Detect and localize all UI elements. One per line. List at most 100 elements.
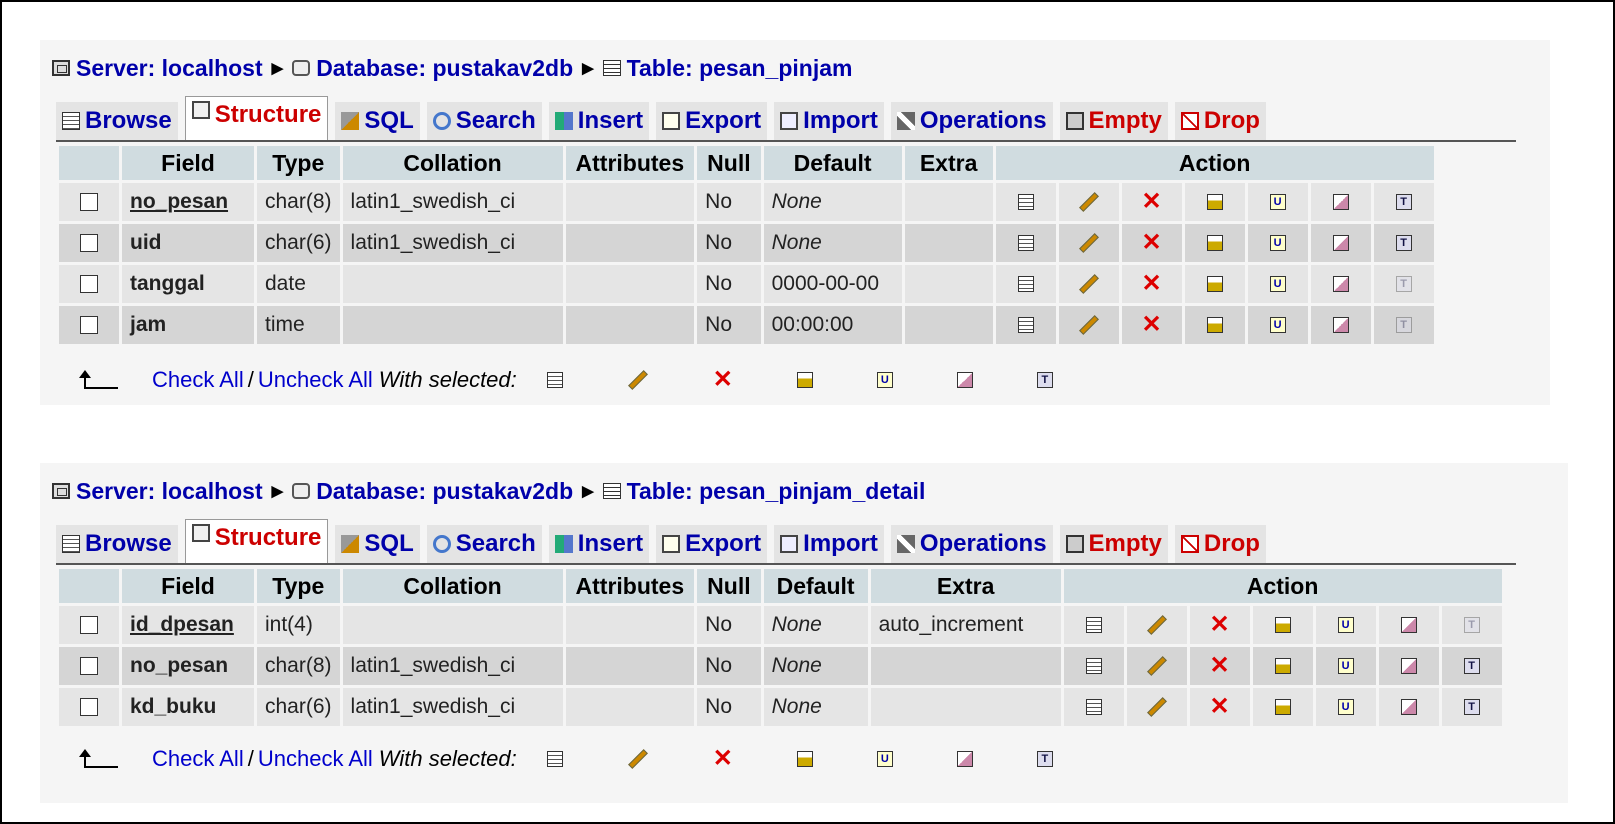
browse-values-icon[interactable]: [1017, 317, 1034, 334]
unique-icon[interactable]: U: [1269, 317, 1286, 334]
bulk-unique-icon[interactable]: U: [876, 372, 893, 388]
browse-values-icon[interactable]: [1085, 658, 1102, 675]
unique-icon[interactable]: U: [1269, 276, 1286, 293]
browse-values-icon[interactable]: [1085, 617, 1102, 634]
row-checkbox[interactable]: [80, 193, 98, 212]
index-icon[interactable]: [1332, 317, 1349, 334]
row-checkbox[interactable]: [80, 616, 98, 635]
fulltext-icon[interactable]: T: [1463, 699, 1480, 716]
browse-values-icon[interactable]: [1017, 235, 1034, 252]
fulltext-icon[interactable]: T: [1395, 276, 1412, 293]
tab-export[interactable]: Export: [656, 525, 768, 563]
fulltext-icon[interactable]: T: [1395, 194, 1412, 211]
tab-import[interactable]: Import: [774, 525, 884, 563]
tab-sql[interactable]: SQL: [335, 102, 420, 140]
index-icon[interactable]: [1332, 235, 1349, 252]
breadcrumb-database-link[interactable]: Database: pustakav2db: [316, 55, 573, 82]
primary-key-icon[interactable]: [1274, 699, 1291, 716]
bulk-drop-icon[interactable]: ✕: [713, 747, 733, 771]
primary-key-icon[interactable]: [1206, 317, 1223, 334]
drop-field-icon[interactable]: ✕: [1210, 613, 1230, 637]
tab-empty[interactable]: Empty: [1059, 525, 1168, 563]
tab-empty[interactable]: Empty: [1059, 102, 1168, 140]
index-icon[interactable]: [1400, 617, 1417, 634]
breadcrumb-server-link[interactable]: Server: localhost: [76, 55, 263, 82]
bulk-browse-icon[interactable]: [546, 372, 563, 388]
drop-field-icon[interactable]: ✕: [1142, 272, 1162, 296]
browse-values-icon[interactable]: [1085, 699, 1102, 716]
tab-drop[interactable]: Drop: [1174, 525, 1266, 563]
index-icon[interactable]: [1400, 658, 1417, 675]
unique-icon[interactable]: U: [1269, 194, 1286, 211]
drop-field-icon[interactable]: ✕: [1142, 190, 1162, 214]
tab-search[interactable]: Search: [426, 525, 542, 563]
tab-insert[interactable]: Insert: [548, 525, 650, 563]
breadcrumb-table-link[interactable]: Table: pesan_pinjam_detail: [627, 478, 926, 505]
bulk-drop-icon[interactable]: ✕: [713, 368, 733, 392]
tab-structure[interactable]: Structure: [184, 96, 329, 140]
uncheck-all-link[interactable]: Uncheck All: [258, 367, 373, 393]
primary-key-icon[interactable]: [1206, 194, 1223, 211]
fulltext-icon[interactable]: T: [1395, 317, 1412, 334]
bulk-fulltext-icon[interactable]: T: [1036, 372, 1053, 388]
unique-icon[interactable]: U: [1337, 658, 1354, 675]
bulk-edit-icon[interactable]: [627, 749, 648, 769]
tab-search[interactable]: Search: [426, 102, 542, 140]
edit-field-icon[interactable]: [1078, 233, 1099, 254]
browse-values-icon[interactable]: [1017, 194, 1034, 211]
tab-sql[interactable]: SQL: [335, 525, 420, 563]
tab-drop[interactable]: Drop: [1174, 102, 1266, 140]
tab-import[interactable]: Import: [774, 102, 884, 140]
bulk-index-icon[interactable]: [956, 751, 973, 767]
primary-key-icon[interactable]: [1206, 276, 1223, 293]
breadcrumb-database-link[interactable]: Database: pustakav2db: [316, 478, 573, 505]
fulltext-icon[interactable]: T: [1463, 617, 1480, 634]
row-checkbox[interactable]: [80, 657, 98, 676]
fulltext-icon[interactable]: T: [1395, 235, 1412, 252]
tab-operations[interactable]: Operations: [890, 525, 1053, 563]
primary-key-icon[interactable]: [1274, 617, 1291, 634]
tab-structure[interactable]: Structure: [184, 519, 329, 563]
edit-field-icon[interactable]: [1146, 697, 1167, 718]
uncheck-all-link[interactable]: Uncheck All: [258, 746, 373, 772]
fulltext-icon[interactable]: T: [1463, 658, 1480, 675]
unique-icon[interactable]: U: [1337, 617, 1354, 634]
edit-field-icon[interactable]: [1146, 656, 1167, 677]
bulk-fulltext-icon[interactable]: T: [1036, 751, 1053, 767]
edit-field-icon[interactable]: [1078, 274, 1099, 295]
row-checkbox[interactable]: [80, 275, 98, 294]
browse-values-icon[interactable]: [1017, 276, 1034, 293]
bulk-edit-icon[interactable]: [627, 370, 648, 390]
row-checkbox[interactable]: [80, 234, 98, 253]
drop-field-icon[interactable]: ✕: [1142, 231, 1162, 255]
drop-field-icon[interactable]: ✕: [1210, 654, 1230, 678]
tab-browse[interactable]: Browse: [56, 102, 178, 140]
bulk-browse-icon[interactable]: [546, 751, 563, 767]
tab-export[interactable]: Export: [656, 102, 768, 140]
bulk-primary-key-icon[interactable]: [796, 751, 813, 767]
drop-field-icon[interactable]: ✕: [1210, 695, 1230, 719]
row-checkbox[interactable]: [80, 316, 98, 335]
breadcrumb-server-link[interactable]: Server: localhost: [76, 478, 263, 505]
tab-operations[interactable]: Operations: [890, 102, 1053, 140]
unique-icon[interactable]: U: [1269, 235, 1286, 252]
bulk-index-icon[interactable]: [956, 372, 973, 388]
breadcrumb-table-link[interactable]: Table: pesan_pinjam: [627, 55, 853, 82]
check-all-link[interactable]: Check All: [152, 367, 244, 393]
bulk-unique-icon[interactable]: U: [876, 751, 893, 767]
edit-field-icon[interactable]: [1146, 615, 1167, 636]
edit-field-icon[interactable]: [1078, 192, 1099, 213]
primary-key-icon[interactable]: [1274, 658, 1291, 675]
bulk-primary-key-icon[interactable]: [796, 372, 813, 388]
tab-insert[interactable]: Insert: [548, 102, 650, 140]
index-icon[interactable]: [1332, 276, 1349, 293]
tab-browse[interactable]: Browse: [56, 525, 178, 563]
index-icon[interactable]: [1332, 194, 1349, 211]
row-checkbox[interactable]: [80, 698, 98, 717]
index-icon[interactable]: [1400, 699, 1417, 716]
primary-key-icon[interactable]: [1206, 235, 1223, 252]
edit-field-icon[interactable]: [1078, 315, 1099, 336]
drop-field-icon[interactable]: ✕: [1142, 313, 1162, 337]
check-all-link[interactable]: Check All: [152, 746, 244, 772]
unique-icon[interactable]: U: [1337, 699, 1354, 716]
